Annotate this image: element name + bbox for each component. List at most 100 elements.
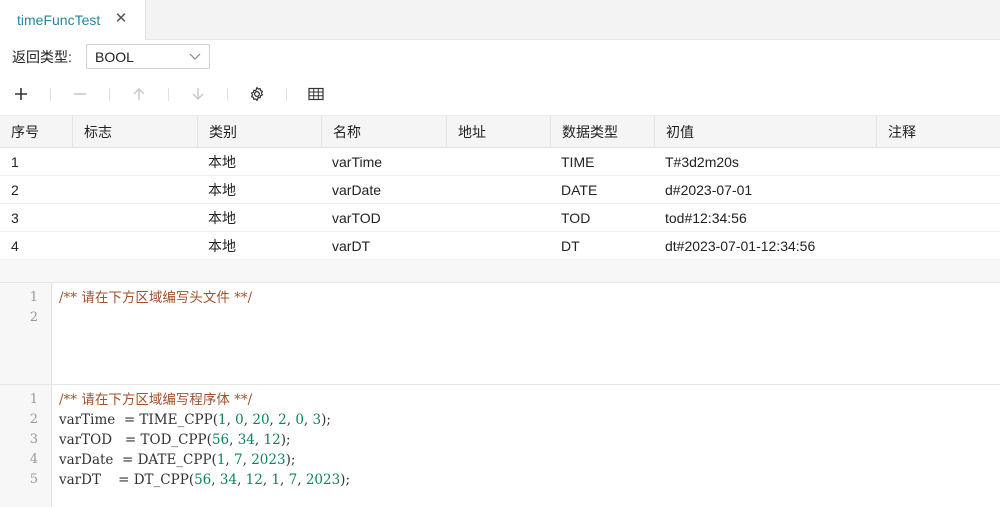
return-type-label: 返回类型:: [12, 49, 72, 65]
code-number-literal: 7: [234, 452, 243, 468]
toolbar-divider: [109, 88, 110, 101]
cell-initial-value: dt#2023-07-01-12:34:56: [665, 237, 816, 254]
line-number: 5: [29, 472, 38, 487]
cell-index: 4: [11, 237, 19, 254]
cell-initial-value: T#3d2m20s: [665, 153, 739, 170]
cell-category: 本地: [208, 209, 236, 226]
table-header: 序号 标志 类别 名称 地址 数据类型 初值 注释: [0, 115, 1000, 148]
cell-name: varTOD: [332, 209, 381, 226]
return-type-row: 返回类型: BOOL: [12, 44, 210, 70]
code-comment: /** 请在下方区域编写程序体 **/: [59, 392, 253, 408]
cell-initial-value: d#2023-07-01: [665, 181, 753, 198]
column-header-address[interactable]: 地址: [446, 116, 550, 147]
tab-timefunctest[interactable]: timeFuncTest ✕: [0, 0, 146, 40]
code-line: 4 varDate = DATE_CPP(1, 7, 2023);: [0, 450, 1000, 470]
cell-datatype: TOD: [561, 209, 591, 226]
arrow-up-icon[interactable]: [129, 84, 149, 104]
code-number-literal: 1: [217, 412, 227, 428]
code-line: 1 /** 请在下方区域编写程序体 **/: [0, 390, 1000, 410]
cell-flag: [72, 148, 83, 175]
close-icon[interactable]: ✕: [113, 11, 129, 27]
cell-flag: [72, 232, 83, 259]
code-number-literal: 56: [194, 472, 212, 488]
line-number: 1: [29, 290, 38, 305]
chevron-down-icon: [189, 53, 201, 60]
tab-title: timeFuncTest: [17, 12, 101, 28]
cell-name: varDate: [332, 181, 382, 198]
line-number: 2: [29, 412, 38, 427]
cell-comment: [876, 148, 887, 175]
header-code-editor[interactable]: 1 /** 请在下方区域编写头文件 **/ 2: [0, 282, 1000, 384]
code-number-literal: 3: [312, 412, 322, 428]
cell-address: [446, 176, 457, 203]
code-line: 2: [0, 308, 1000, 328]
return-type-select[interactable]: BOOL: [86, 44, 210, 69]
toolbar-divider: [227, 88, 228, 101]
variables-table: 序号 标志 类别 名称 地址 数据类型 初值 注释 1 本地 varTime T…: [0, 115, 1000, 260]
column-header-datatype[interactable]: 数据类型: [550, 116, 654, 147]
line-number: 3: [29, 432, 38, 447]
column-header-comment[interactable]: 注释: [876, 116, 1000, 147]
code-text: varDate = DATE_CPP(1, 7, 2023);: [59, 452, 296, 468]
code-text: varTOD = TOD_CPP(56, 34, 12);: [59, 432, 291, 448]
code-text: varTime = TIME_CPP(1, 0, 20, 2, 0, 3);: [59, 412, 331, 428]
code-number-literal: 1: [216, 452, 226, 468]
table-row[interactable]: 2 本地 varDate DATE d#2023-07-01: [0, 176, 1000, 204]
code-number-literal: 34: [219, 472, 238, 488]
section-divider: [0, 260, 1000, 282]
cell-datatype: DT: [561, 237, 580, 254]
cell-address: [446, 232, 457, 259]
minus-icon[interactable]: [70, 84, 90, 104]
return-type-value: BOOL: [95, 48, 134, 65]
cell-initial-value: tod#12:34:56: [665, 209, 747, 226]
toolbar-divider: [286, 88, 287, 101]
cell-address: [446, 148, 457, 175]
table-row[interactable]: 1 本地 varTime TIME T#3d2m20s: [0, 148, 1000, 176]
code-number-literal: 34: [237, 432, 255, 448]
cell-datatype: DATE: [561, 181, 598, 198]
cell-flag: [72, 176, 83, 203]
cell-name: varTime: [332, 153, 383, 170]
line-number: 1: [29, 392, 38, 407]
line-number: 2: [29, 310, 38, 325]
column-header-initial-value[interactable]: 初值: [654, 116, 876, 147]
table-row[interactable]: 3 本地 varTOD TOD tod#12:34:56: [0, 204, 1000, 232]
toolbar-divider: [50, 88, 51, 101]
plus-icon[interactable]: [11, 84, 31, 104]
code-number-literal: 0: [235, 412, 244, 428]
code-number-literal: 12: [263, 432, 281, 448]
cell-comment: [876, 232, 887, 259]
cell-index: 3: [11, 209, 19, 226]
toolbar-divider: [168, 88, 169, 101]
toolbar: [0, 80, 1000, 108]
cell-category: 本地: [208, 237, 236, 254]
column-header-index[interactable]: 序号: [0, 116, 72, 147]
cell-category: 本地: [208, 153, 236, 170]
cell-datatype: TIME: [561, 153, 595, 170]
code-number-literal: 7: [288, 472, 298, 488]
code-number-literal: 2023: [251, 452, 286, 468]
cell-index: 1: [11, 153, 19, 170]
cell-flag: [72, 204, 83, 231]
body-code-editor[interactable]: 1 /** 请在下方区域编写程序体 **/ 2 varTime = TIME_C…: [0, 384, 1000, 507]
column-header-flag[interactable]: 标志: [72, 116, 197, 147]
code-number-literal: 2: [278, 412, 287, 428]
cell-address: [446, 204, 457, 231]
table-icon[interactable]: [306, 84, 326, 104]
cell-comment: [876, 204, 887, 231]
gear-icon[interactable]: [247, 84, 267, 104]
cell-index: 2: [11, 181, 19, 198]
arrow-down-icon[interactable]: [188, 84, 208, 104]
code-line: 2 varTime = TIME_CPP(1, 0, 20, 2, 0, 3);: [0, 410, 1000, 430]
code-number-literal: 12: [245, 472, 263, 488]
code-number-literal: 2023: [305, 472, 341, 488]
column-header-category[interactable]: 类别: [197, 116, 321, 147]
table-row[interactable]: 4 本地 varDT DT dt#2023-07-01-12:34:56: [0, 232, 1000, 260]
column-header-name[interactable]: 名称: [321, 116, 446, 147]
code-line: 5 varDT = DT_CPP(56, 34, 12, 1, 7, 2023)…: [0, 470, 1000, 490]
tab-bar: timeFuncTest ✕: [0, 0, 1000, 40]
cell-category: 本地: [208, 181, 236, 198]
code-number-literal: 1: [271, 472, 281, 488]
code-number-literal: 20: [252, 412, 270, 428]
cell-comment: [876, 176, 887, 203]
